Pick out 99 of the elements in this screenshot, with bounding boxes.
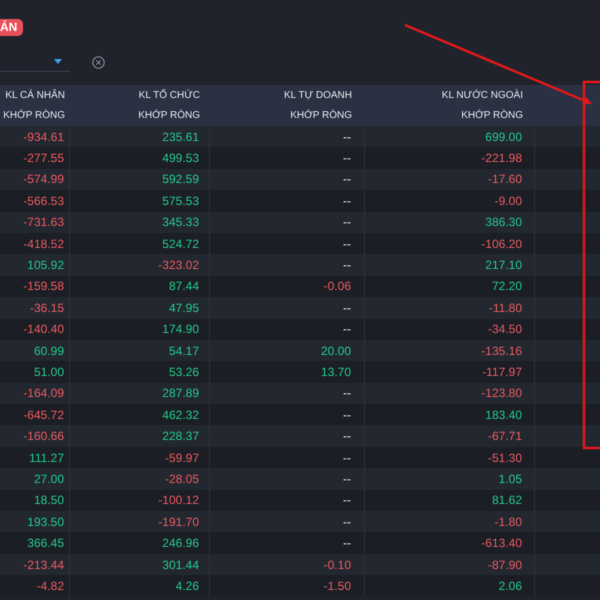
table-cell: -1.50 <box>324 578 351 593</box>
table-cell: -- <box>343 514 351 529</box>
table-cell: -106.20 <box>481 236 522 251</box>
table-cell: -- <box>343 493 351 508</box>
table-cell: -9.00 <box>494 194 522 208</box>
table-cell: 105.92 <box>27 258 64 272</box>
table-cell: -221.98 <box>481 151 522 166</box>
table-cell: 228.37 <box>162 429 199 444</box>
table-cell: -- <box>343 408 351 422</box>
table-cell: 2.06 <box>498 578 522 593</box>
table-cell: -- <box>343 386 351 400</box>
column-header[interactable]: KHỚP RÒNG <box>138 106 200 126</box>
table-cell: -1.80 <box>494 514 522 529</box>
table-cell: 111.27 <box>29 450 64 465</box>
table-cell: -67.71 <box>488 429 522 444</box>
table-cell: -418.52 <box>23 236 64 251</box>
table-cell: -100.12 <box>158 493 199 508</box>
table-cell: -135.16 <box>481 344 522 358</box>
table-cell: -34.50 <box>488 322 522 336</box>
table-cell: -645.72 <box>23 408 64 422</box>
table-cell: 575.53 <box>162 194 199 208</box>
table-cell: -613.40 <box>481 536 522 550</box>
table-cell: 699.00 <box>485 130 522 144</box>
column-header[interactable]: KHỚP RÒNG <box>290 106 352 126</box>
clear-icon[interactable] <box>92 56 105 68</box>
table-cell: -28.05 <box>164 472 199 486</box>
table-cell: 345.33 <box>162 215 199 230</box>
table-cell: -- <box>343 236 351 251</box>
table-cell: 87.44 <box>168 279 199 294</box>
table-cell: 13.70 <box>320 364 351 379</box>
table-cell: -- <box>343 536 351 550</box>
column-header[interactable]: KL CÁ NHÂN <box>5 86 65 106</box>
table-cell: -123.80 <box>481 386 522 400</box>
table-cell: -213.44 <box>23 558 64 572</box>
table-cell: 1.05 <box>498 472 522 486</box>
table-cell: 366.45 <box>27 536 64 550</box>
table-cell: -- <box>343 172 351 186</box>
column-header[interactable]: KL NƯỚC NGOÀI <box>442 86 523 106</box>
table-cell: 524.72 <box>162 236 199 251</box>
table-cell: 54.17 <box>168 344 199 358</box>
table-cell: -566.53 <box>23 194 64 208</box>
table-cell: -277.55 <box>23 151 64 166</box>
table-cell: -- <box>343 215 351 230</box>
table-cell: -4.82 <box>36 578 64 593</box>
table-cell: -0.10 <box>324 558 351 572</box>
table-cell: 51.00 <box>34 364 64 379</box>
table-cell: 301.44 <box>162 558 199 572</box>
table-cell: 20.00 <box>320 344 351 358</box>
table-cell: 72.20 <box>492 279 522 294</box>
table-cell: 174.90 <box>162 322 199 336</box>
table-cell: -- <box>343 151 351 166</box>
table-cell: 81.62 <box>492 493 522 508</box>
table-cell: -191.70 <box>158 514 199 529</box>
table-cell: 53.26 <box>168 364 199 379</box>
column-header[interactable]: KL TỰ DOANH <box>284 86 352 106</box>
table-cell: -323.02 <box>158 258 199 272</box>
table-cell: 27.00 <box>34 472 64 486</box>
table-cell: -934.61 <box>23 130 64 144</box>
caret-icon <box>54 59 62 64</box>
table-cell: 386.30 <box>485 215 522 230</box>
table-cell: -- <box>343 258 351 272</box>
status-badge: ÁN <box>0 19 24 36</box>
table-cell: -160.66 <box>23 429 64 444</box>
table-cell: -36.15 <box>30 300 64 315</box>
table-cell: -140.40 <box>23 322 64 336</box>
table-cell: 592.59 <box>162 172 199 186</box>
table-cell: 246.96 <box>162 536 199 550</box>
table-cell: -- <box>343 194 351 208</box>
table-cell: 4.26 <box>176 578 199 593</box>
column-header[interactable]: KHỚP RÒNG <box>461 106 523 126</box>
table-cell: -0.06 <box>324 279 351 294</box>
table-cell: -731.63 <box>23 215 64 230</box>
table-cell: 183.40 <box>485 408 522 422</box>
table-cell: -159.58 <box>23 279 64 294</box>
table-cell: -11.80 <box>488 300 522 315</box>
table-cell: 499.53 <box>162 151 199 166</box>
table-cell: -- <box>343 322 351 336</box>
table-cell: -- <box>343 472 351 486</box>
table-cell: 47.95 <box>168 300 199 315</box>
table-cell: -- <box>343 450 351 465</box>
table-cell: -59.97 <box>164 450 199 465</box>
table-cell: 193.50 <box>27 514 64 529</box>
table-cell: 217.10 <box>485 258 522 272</box>
table-cell: 287.89 <box>162 386 199 400</box>
column-header[interactable]: KL TỔ CHỨC <box>138 86 200 106</box>
table-cell: -574.99 <box>23 172 64 186</box>
table-cell: 235.61 <box>162 130 199 144</box>
table-cell: 462.32 <box>162 408 199 422</box>
table-cell: -51.30 <box>488 450 522 465</box>
table-cell: -- <box>343 300 351 315</box>
table-cell: -117.97 <box>482 364 522 379</box>
table-cell: 60.99 <box>34 344 64 358</box>
table-cell: 18.50 <box>34 493 64 508</box>
table-cell: -- <box>343 130 351 144</box>
table-cell: -- <box>343 429 351 444</box>
table-cell: -87.90 <box>488 558 522 572</box>
table-cell: -17.60 <box>488 172 522 186</box>
column-header[interactable]: KHỚP RÒNG <box>3 106 65 126</box>
table-cell: -164.09 <box>23 386 64 400</box>
